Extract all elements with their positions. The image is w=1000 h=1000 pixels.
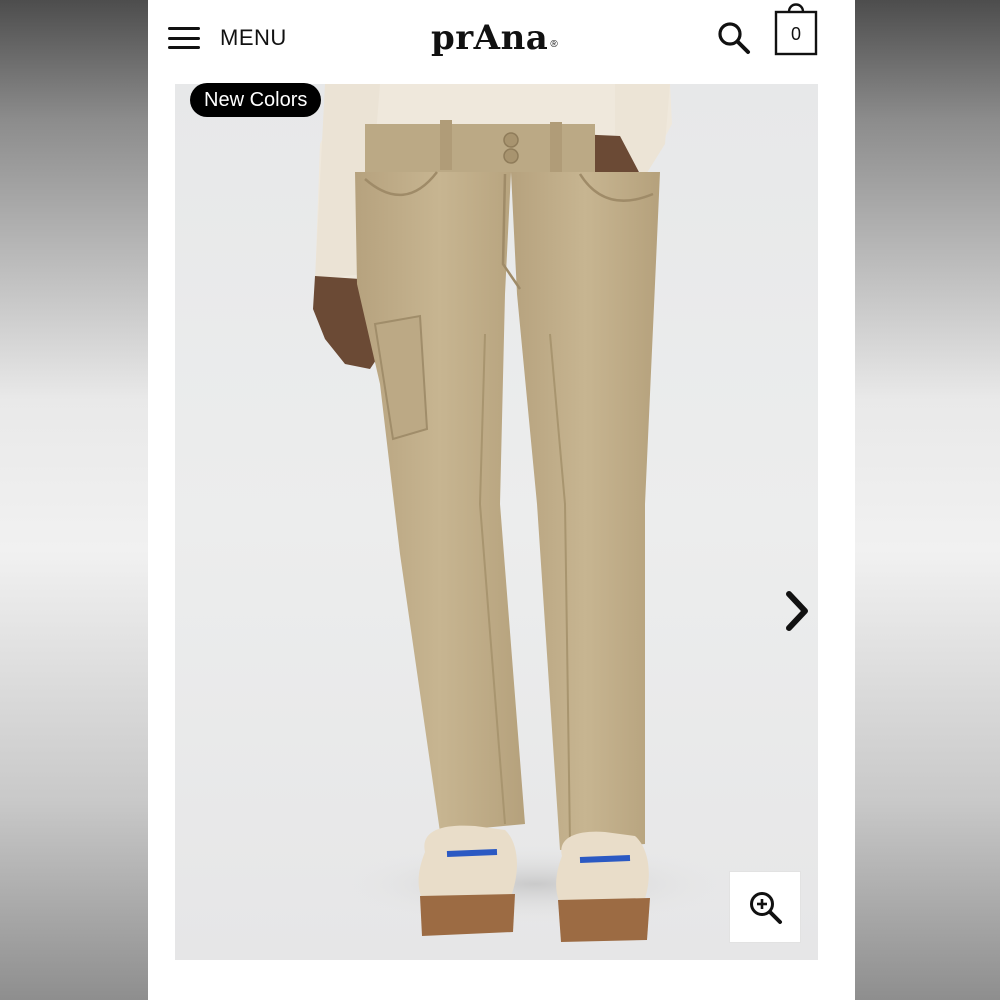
brand-logo[interactable]: prAna ®	[431, 16, 558, 60]
cart-button[interactable]: 0	[774, 0, 818, 58]
next-image-button[interactable]	[773, 584, 818, 638]
zoom-button[interactable]	[729, 871, 801, 943]
screenshot-stage: MENU prAna ® 0 New Colors	[0, 0, 1000, 1000]
backdrop-left	[0, 0, 148, 1000]
menu-label: MENU	[220, 25, 287, 50]
logo-text: prAna	[431, 18, 549, 58]
cart-count: 0	[790, 24, 801, 44]
search-icon	[718, 22, 750, 54]
site-header: MENU prAna ® 0	[148, 0, 855, 82]
mobile-page: MENU prAna ® 0 New Colors	[148, 0, 855, 1000]
new-colors-badge: New Colors	[190, 83, 322, 117]
chevron-right-icon	[786, 591, 808, 631]
registered-mark: ®	[550, 39, 558, 50]
hamburger-icon	[168, 27, 200, 49]
backdrop-right	[855, 0, 1000, 1000]
product-photo-pants	[313, 84, 735, 942]
product-image[interactable]	[175, 84, 818, 960]
search-button[interactable]	[716, 20, 752, 56]
menu-button[interactable]: MENU	[168, 22, 287, 54]
zoom-in-icon	[750, 892, 782, 924]
